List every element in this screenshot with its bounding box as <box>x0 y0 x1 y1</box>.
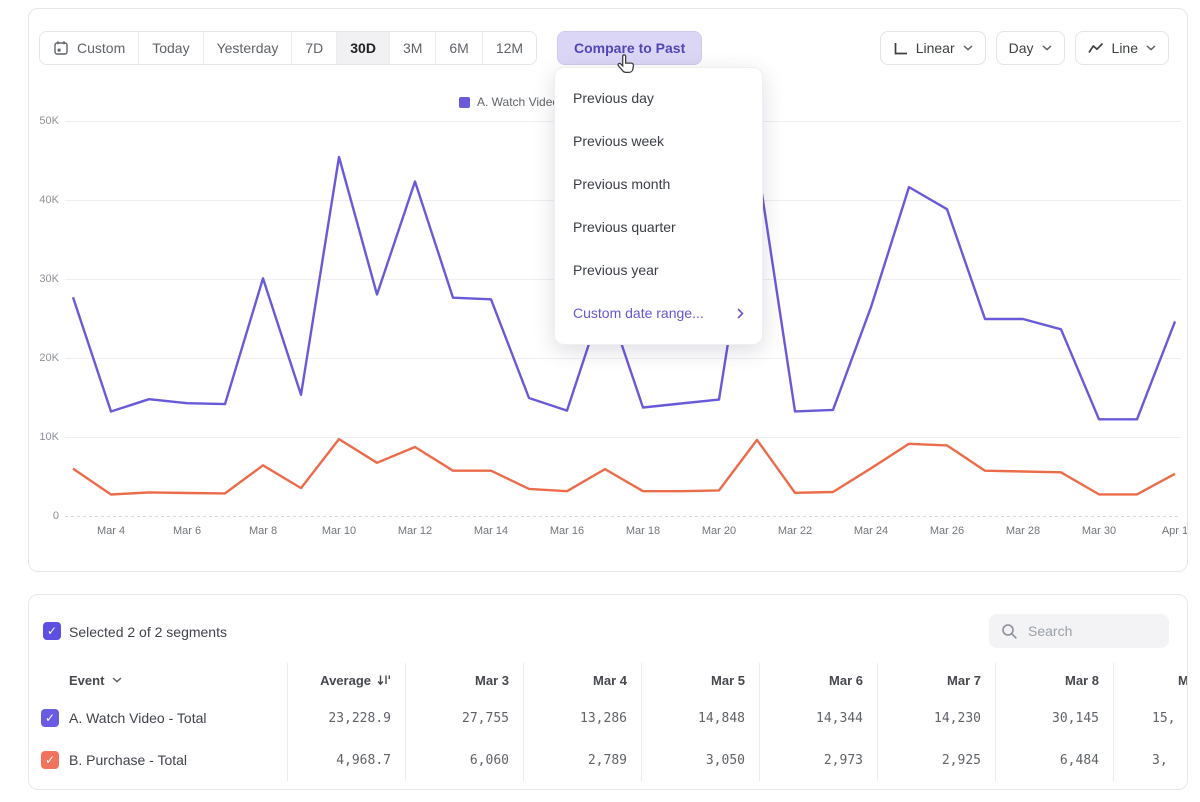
x-tick-label: Mar 10 <box>309 525 369 537</box>
value-cell: 14,848 <box>641 697 759 739</box>
chart-type-label: Line <box>1112 40 1138 56</box>
value-cell: 14,344 <box>759 697 877 739</box>
date-range-presets: CustomTodayYesterday7D30D3M6M12M <box>39 31 537 65</box>
chart-display-controls: Linear Day Line <box>880 31 1169 65</box>
chevron-down-icon <box>963 45 973 51</box>
granularity-dropdown[interactable]: Day <box>996 31 1065 65</box>
x-tick-label: Mar 14 <box>461 525 521 537</box>
search-input[interactable]: Search <box>989 614 1169 648</box>
preset-7d[interactable]: 7D <box>291 32 336 64</box>
x-tick-label: Mar 26 <box>917 525 977 537</box>
series-line-b <box>73 439 1175 494</box>
chevron-down-icon <box>1042 45 1052 51</box>
preset-30d[interactable]: 30D <box>336 32 389 64</box>
menu-item-previous-month[interactable]: Previous month <box>555 163 762 206</box>
value-cell: 13,286 <box>523 697 641 739</box>
analytics-dashboard: CustomTodayYesterday7D30D3M6M12M Compare… <box>0 0 1200 802</box>
value-cell: 3, <box>1113 739 1188 781</box>
compare-to-past-menu: Previous dayPrevious weekPrevious monthP… <box>554 67 763 345</box>
chevron-down-icon <box>1146 45 1156 51</box>
x-tick-label: Mar 18 <box>613 525 673 537</box>
x-tick-label: Mar 20 <box>689 525 749 537</box>
y-tick-label: 10K <box>29 431 59 443</box>
row-checkbox[interactable]: ✓ <box>41 751 59 769</box>
x-tick-label: Mar 22 <box>765 525 825 537</box>
x-tick-label: Mar 30 <box>1069 525 1129 537</box>
value-cell: 6,060 <box>405 739 523 781</box>
segments-card: ✓ Selected 2 of 2 segments Search EventA… <box>28 594 1188 790</box>
x-tick-label: Apr 1 <box>1145 525 1188 537</box>
y-tick-label: 30K <box>29 273 59 285</box>
date-column-header: M <box>1113 663 1188 697</box>
chart-card: CustomTodayYesterday7D30D3M6M12M Compare… <box>28 8 1188 572</box>
menu-item-previous-day[interactable]: Previous day <box>555 77 762 120</box>
line-chart-icon <box>1088 42 1104 54</box>
scale-label: Linear <box>916 40 955 56</box>
event-column-header[interactable]: Event <box>29 663 287 697</box>
date-column-header: Mar 5 <box>641 663 759 697</box>
y-tick-label: 40K <box>29 194 59 206</box>
granularity-label: Day <box>1009 40 1034 56</box>
date-column-header: Mar 6 <box>759 663 877 697</box>
calendar-icon <box>53 40 69 56</box>
table-row[interactable]: ✓ A. Watch Video - Total 23,228.927,75513,… <box>29 697 1188 739</box>
y-tick-label: 20K <box>29 352 59 364</box>
x-tick-label: Mar 6 <box>157 525 217 537</box>
average-cell: 4,968.7 <box>287 739 405 781</box>
value-cell: 2,925 <box>877 739 995 781</box>
sort-descending-icon[interactable] <box>377 674 391 686</box>
x-tick-label: Mar 8 <box>233 525 293 537</box>
average-column-header[interactable]: Average <box>287 663 405 697</box>
menu-item-previous-week[interactable]: Previous week <box>555 120 762 163</box>
preset-6m[interactable]: 6M <box>435 32 481 64</box>
x-tick-label: Mar 12 <box>385 525 445 537</box>
menu-item-previous-quarter[interactable]: Previous quarter <box>555 206 762 249</box>
value-cell: 2,973 <box>759 739 877 781</box>
x-tick-label: Mar 28 <box>993 525 1053 537</box>
date-column-header: Mar 3 <box>405 663 523 697</box>
y-tick-label: 0 <box>29 510 59 522</box>
value-cell: 27,755 <box>405 697 523 739</box>
preset-3m[interactable]: 3M <box>389 32 435 64</box>
x-tick-label: Mar 24 <box>841 525 901 537</box>
date-column-header: Mar 8 <box>995 663 1113 697</box>
selected-summary: Selected 2 of 2 segments <box>69 624 227 640</box>
search-placeholder: Search <box>1028 623 1072 639</box>
menu-item-custom-date-range[interactable]: Custom date range... <box>555 292 762 335</box>
value-cell: 14,230 <box>877 697 995 739</box>
preset-yesterday[interactable]: Yesterday <box>203 32 292 64</box>
x-tick-label: Mar 4 <box>81 525 141 537</box>
table-row[interactable]: ✓ B. Purchase - Total 4,968.76,0602,7893,0… <box>29 739 1188 781</box>
date-column-header: Mar 4 <box>523 663 641 697</box>
table-header-row: EventAverageMar 3Mar 4Mar 5Mar 6Mar 7Mar… <box>29 663 1188 697</box>
segment-label: B. Purchase - Total <box>69 752 187 768</box>
preset-today[interactable]: Today <box>138 32 202 64</box>
value-cell: 15, <box>1113 697 1188 739</box>
x-tick-label: Mar 16 <box>537 525 597 537</box>
segment-label: A. Watch Video - Total <box>69 710 206 726</box>
select-all-checkbox[interactable]: ✓ <box>43 622 61 640</box>
value-cell: 3,050 <box>641 739 759 781</box>
preset-custom[interactable]: Custom <box>40 32 138 64</box>
y-tick-label: 50K <box>29 115 59 127</box>
segments-table: EventAverageMar 3Mar 4Mar 5Mar 6Mar 7Mar… <box>29 663 1188 781</box>
chevron-right-icon <box>737 308 744 319</box>
axis-scale-icon <box>893 42 908 55</box>
scale-dropdown[interactable]: Linear <box>880 31 986 65</box>
chevron-down-icon <box>112 677 122 683</box>
search-icon <box>1001 623 1018 640</box>
date-column-header: Mar 7 <box>877 663 995 697</box>
value-cell: 6,484 <box>995 739 1113 781</box>
mouse-cursor-icon <box>615 53 637 77</box>
row-checkbox[interactable]: ✓ <box>41 709 59 727</box>
menu-item-previous-year[interactable]: Previous year <box>555 249 762 292</box>
preset-12m[interactable]: 12M <box>482 32 536 64</box>
chart-type-dropdown[interactable]: Line <box>1075 31 1169 65</box>
value-cell: 30,145 <box>995 697 1113 739</box>
value-cell: 2,789 <box>523 739 641 781</box>
average-cell: 23,228.9 <box>287 697 405 739</box>
